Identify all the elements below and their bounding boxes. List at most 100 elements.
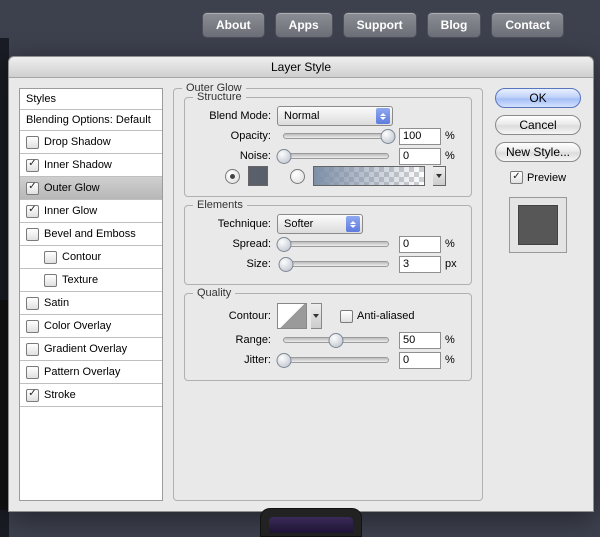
style-bevel-emboss[interactable]: Bevel and Emboss <box>20 223 162 245</box>
anti-aliased-checkbox[interactable] <box>340 310 353 323</box>
range-input[interactable] <box>399 332 441 349</box>
style-label: Color Overlay <box>44 320 111 332</box>
select-value: Softer <box>284 218 313 230</box>
jitter-input[interactable] <box>399 352 441 369</box>
opacity-input[interactable] <box>399 128 441 145</box>
style-inner-glow[interactable]: Inner Glow <box>20 200 162 222</box>
group-elements: Elements Technique: Softer Spread: % <box>184 205 472 285</box>
checkbox-icon[interactable] <box>26 389 39 402</box>
label-anti-aliased: Anti-aliased <box>357 310 414 322</box>
glow-color-radio[interactable] <box>225 169 240 184</box>
spread-input[interactable] <box>399 236 441 253</box>
group-structure: Structure Blend Mode: Normal Opacity: % <box>184 97 472 197</box>
select-value: Normal <box>284 110 319 122</box>
checkbox-icon[interactable] <box>26 228 39 241</box>
label-preview: Preview <box>527 172 566 184</box>
legend: Elements <box>193 199 247 211</box>
preview-checkbox[interactable] <box>510 171 523 184</box>
label-opacity: Opacity: <box>195 130 273 142</box>
checkbox-icon[interactable] <box>26 159 39 172</box>
style-label: Satin <box>44 297 69 309</box>
contour-dropdown-icon[interactable] <box>311 303 322 329</box>
legend: Structure <box>193 91 246 103</box>
contour-swatch[interactable] <box>277 303 307 329</box>
unit: % <box>445 354 461 366</box>
checkbox-icon[interactable] <box>26 366 39 379</box>
dialog-buttons: OK Cancel New Style... Preview <box>493 88 583 501</box>
style-label: Drop Shadow <box>44 136 111 148</box>
checkbox-icon[interactable] <box>26 205 39 218</box>
preview-inner <box>519 206 557 244</box>
label-technique: Technique: <box>195 218 273 230</box>
glow-gradient-swatch[interactable] <box>313 166 425 186</box>
label-size: Size: <box>195 258 273 270</box>
checkbox-icon[interactable] <box>44 274 57 287</box>
style-label: Inner Glow <box>44 205 97 217</box>
opacity-slider[interactable] <box>283 133 389 139</box>
style-inner-shadow[interactable]: Inner Shadow <box>20 154 162 176</box>
checkbox-icon[interactable] <box>26 297 39 310</box>
style-gradient-overlay[interactable]: Gradient Overlay <box>20 338 162 360</box>
size-input[interactable] <box>399 256 441 273</box>
unit: % <box>445 334 461 346</box>
blend-mode-select[interactable]: Normal <box>277 106 393 126</box>
style-color-overlay[interactable]: Color Overlay <box>20 315 162 337</box>
unit: % <box>445 150 461 162</box>
label-range: Range: <box>195 334 273 346</box>
unit: % <box>445 238 461 250</box>
nav-contact[interactable]: Contact <box>491 12 564 38</box>
new-style-button[interactable]: New Style... <box>495 142 581 162</box>
style-stroke[interactable]: Stroke <box>20 384 162 406</box>
style-texture[interactable]: Texture <box>20 269 162 291</box>
checkbox-icon[interactable] <box>44 251 57 264</box>
spread-slider[interactable] <box>283 241 389 247</box>
noise-slider[interactable] <box>283 153 389 159</box>
checkbox-icon[interactable] <box>26 182 39 195</box>
select-arrows-icon <box>376 108 390 124</box>
glow-color-swatch[interactable] <box>248 166 268 186</box>
size-slider[interactable] <box>283 261 389 267</box>
style-label: Gradient Overlay <box>44 343 127 355</box>
select-arrows-icon <box>346 216 360 232</box>
style-label: Stroke <box>44 389 76 401</box>
style-drop-shadow[interactable]: Drop Shadow <box>20 131 162 153</box>
style-label: Inner Shadow <box>44 159 112 171</box>
layer-style-dialog: Layer Style Styles Blending Options: Def… <box>8 56 594 512</box>
unit: px <box>445 258 461 270</box>
style-label: Bevel and Emboss <box>44 228 136 240</box>
preview-swatch <box>509 197 567 253</box>
checkbox-icon[interactable] <box>26 320 39 333</box>
gradient-dropdown-icon[interactable] <box>433 166 446 186</box>
checkbox-icon[interactable] <box>26 343 39 356</box>
nav-apps[interactable]: Apps <box>275 12 333 38</box>
style-outer-glow[interactable]: Outer Glow <box>20 177 162 199</box>
group-outer-glow: Outer Glow Structure Blend Mode: Normal … <box>173 88 483 501</box>
nav-support[interactable]: Support <box>343 12 417 38</box>
style-contour[interactable]: Contour <box>20 246 162 268</box>
jitter-slider[interactable] <box>283 357 389 363</box>
style-label: Outer Glow <box>44 182 100 194</box>
group-quality: Quality Contour: Anti-aliased Range: % <box>184 293 472 381</box>
phone-mock <box>260 508 362 537</box>
label-noise: Noise: <box>195 150 273 162</box>
style-label: Contour <box>62 251 101 263</box>
blending-options[interactable]: Blending Options: Default <box>20 110 162 130</box>
dialog-title: Layer Style <box>9 57 593 78</box>
glow-gradient-radio[interactable] <box>290 169 305 184</box>
noise-input[interactable] <box>399 148 441 165</box>
label-blendmode: Blend Mode: <box>195 110 273 122</box>
technique-select[interactable]: Softer <box>277 214 363 234</box>
styles-header[interactable]: Styles <box>20 89 162 109</box>
nav-about[interactable]: About <box>202 12 265 38</box>
ok-button[interactable]: OK <box>495 88 581 108</box>
cancel-button[interactable]: Cancel <box>495 115 581 135</box>
style-pattern-overlay[interactable]: Pattern Overlay <box>20 361 162 383</box>
range-slider[interactable] <box>283 337 389 343</box>
style-label: Texture <box>62 274 98 286</box>
checkbox-icon[interactable] <box>26 136 39 149</box>
style-satin[interactable]: Satin <box>20 292 162 314</box>
styles-list: Styles Blending Options: Default Drop Sh… <box>19 88 163 501</box>
site-nav: About Apps Support Blog Contact <box>202 12 564 38</box>
settings-panel: Outer Glow Structure Blend Mode: Normal … <box>173 88 483 501</box>
nav-blog[interactable]: Blog <box>427 12 482 38</box>
